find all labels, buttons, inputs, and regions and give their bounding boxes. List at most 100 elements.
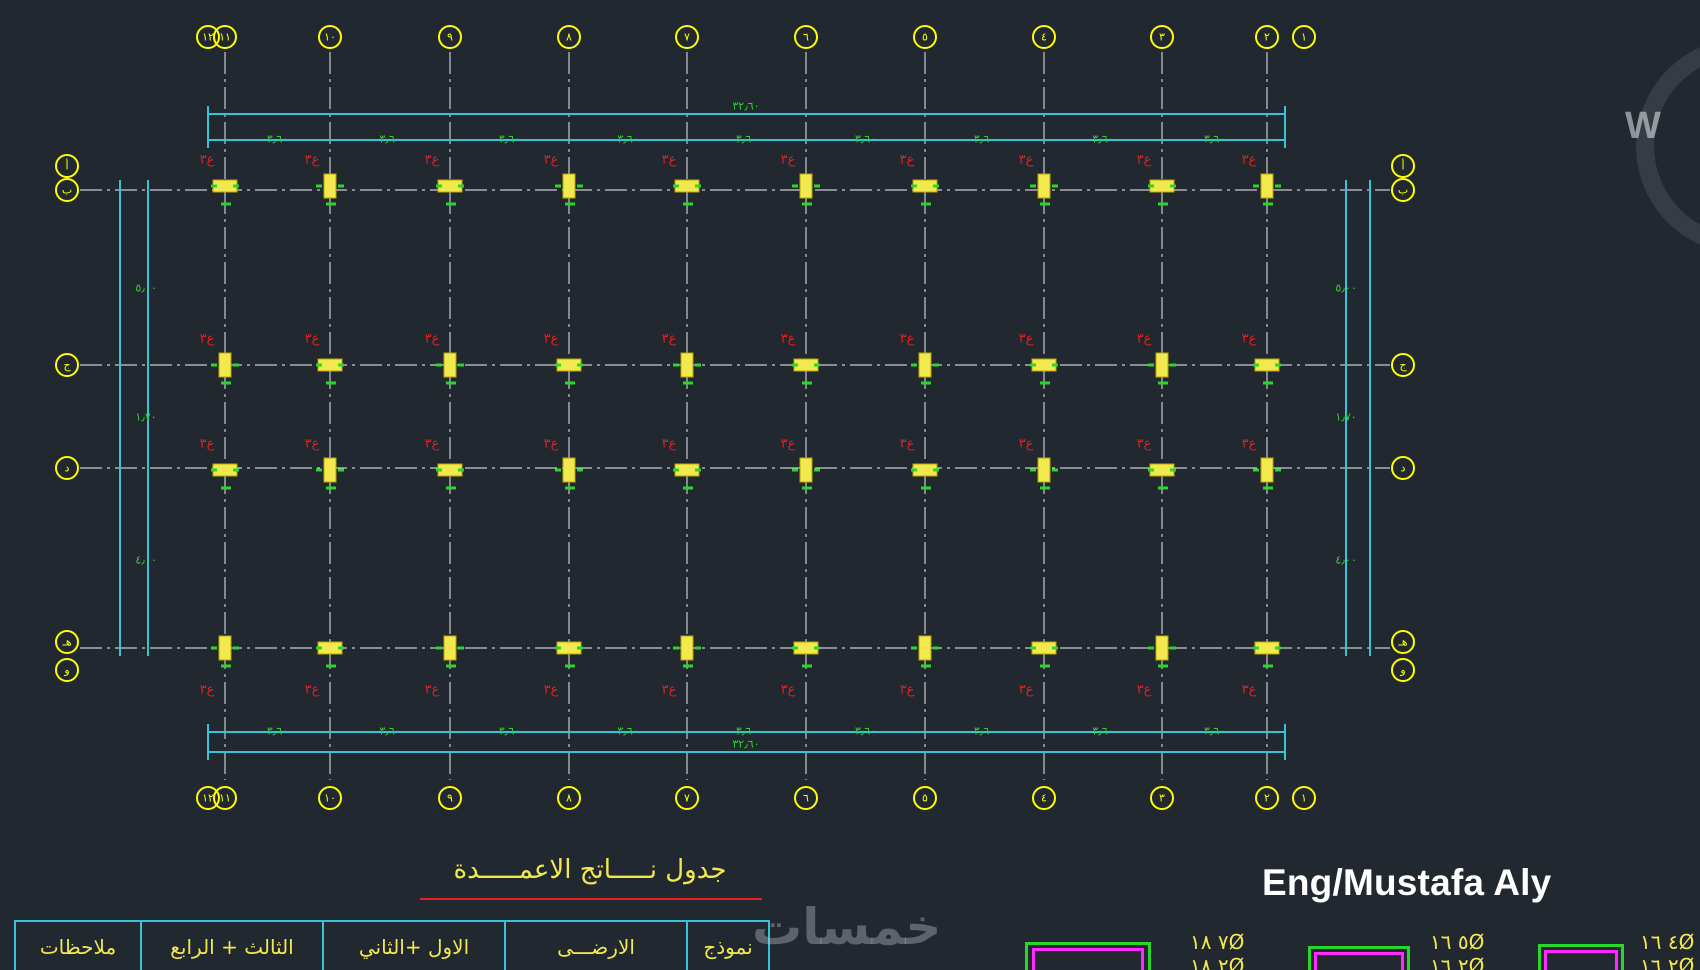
section-1-stirrup [1032, 948, 1144, 970]
dimension-vertical-left: ٤٫٠٠ [135, 554, 156, 567]
section-1-rebar-side: ٢ ١٨Ø [1190, 954, 1245, 970]
table-header-floors-3-4: الثالث + الرابع [140, 920, 324, 970]
column-tag: ع٣ [1137, 153, 1152, 168]
section-3-rebar-side: ٢ ١٦Ø [1640, 954, 1695, 970]
axis-bubble-bottom-label: ١ [1301, 792, 1307, 805]
column-tag: ع٣ [900, 153, 915, 168]
column-tag: ع٣ [1019, 332, 1034, 347]
column-tag: ع٣ [544, 683, 559, 698]
dimension-bay-top: ٣٫٦٠ [736, 133, 757, 146]
column-tag: ع٣ [544, 437, 559, 452]
column-tag: ع٣ [1242, 437, 1257, 452]
axis-bubble-bottom-label: ١٠ [324, 792, 336, 805]
column-tag: ع٣ [900, 683, 915, 698]
dimension-bay-bottom: ٣٫٦٠ [499, 725, 520, 738]
khamsat-watermark: خمسات [752, 898, 942, 956]
dimension-bay-bottom: ٣٫٦٠ [267, 725, 288, 738]
axis-bubble-top-label: ٥ [922, 31, 928, 44]
dimension-bay-top: ٣٫٦٠ [974, 133, 995, 146]
axis-bubble-top-label: ١١ [219, 31, 231, 44]
column-tag: ع٣ [200, 437, 215, 452]
column-tag: ع٣ [1019, 683, 1034, 698]
column-tag: ع٣ [305, 437, 320, 452]
column-tag: ع٣ [305, 332, 320, 347]
axis-bubble-right-label: هـ [1397, 636, 1407, 649]
dimension-bay-bottom: ٣٫٦٠ [617, 725, 638, 738]
title-underline [420, 898, 762, 900]
column-tag: ع٣ [1019, 437, 1034, 452]
dimension-bay-bottom: ٣٫٦٠ [736, 725, 757, 738]
axis-bubble-top-label: ٤ [1041, 31, 1047, 44]
watermark-logo-letter: W [1625, 105, 1661, 147]
axis-bubble-bottom-label: ٦ [803, 792, 809, 805]
column [680, 352, 694, 378]
section-2-rebar-side: ٢ ١٦Ø [1430, 954, 1485, 970]
dimension-bay-bottom: ٣٫٦٠ [974, 725, 995, 738]
column [443, 352, 457, 378]
axis-bubble-left-label: ب [62, 184, 72, 197]
axis-bubble-bottom-label: ٣ [1159, 792, 1165, 805]
axis-bubble-left-label: أ [65, 159, 68, 173]
column [1155, 352, 1169, 378]
column [218, 635, 232, 661]
column-tag: ع٣ [305, 683, 320, 698]
axis-bubble-bottom-label: ٨ [566, 792, 572, 805]
axis-bubble-top-label: ٢ [1264, 31, 1270, 44]
dimension-total-bottom: ٣٢٫٦٠ [732, 738, 759, 751]
column [1155, 635, 1169, 661]
column-tag: ع٣ [662, 437, 677, 452]
engineer-credit: Eng/Mustafa Aly [1262, 862, 1552, 903]
column-tag: ع٣ [662, 153, 677, 168]
column-layout-plan[interactable]: ٣٢٫٦٠٣٢٫٦٠٣٫٦٠٣٫٦٠٣٫٦٠٣٫٦٠٣٫٦٠٣٫٦٠٣٫٦٠٣٫… [0, 0, 1700, 970]
table-header-ground: الارضـــى [504, 920, 688, 970]
column-tag: ع٣ [200, 683, 215, 698]
column-tag: ع٣ [544, 153, 559, 168]
dimension-bay-top: ٣٫٦٠ [1204, 133, 1225, 146]
column-tag: ع٣ [781, 683, 796, 698]
table-header-notes: ملاحظات [14, 920, 142, 970]
axis-bubble-left-label: هـ [61, 636, 71, 649]
dimension-vertical-right: ١٫٧٠ [1335, 411, 1356, 424]
column [218, 352, 232, 378]
axis-bubble-left-label: و [63, 664, 69, 677]
dimension-bay-top: ٣٫٦٠ [379, 133, 400, 146]
column-tag: ع٣ [662, 683, 677, 698]
axis-bubble-top-label: ٨ [566, 31, 572, 44]
axis-bubble-bottom-label: ١٢ [202, 792, 214, 805]
column [323, 173, 337, 199]
column-tag: ع٣ [544, 332, 559, 347]
dimension-vertical-right: ٥٫٠٠ [1335, 282, 1356, 295]
column-tag: ع٣ [781, 332, 796, 347]
column-tag: ع٣ [1137, 683, 1152, 698]
dimension-bay-top: ٣٫٦٠ [499, 133, 520, 146]
dimension-bay-top: ٣٫٦٠ [1092, 133, 1113, 146]
section-2-stirrup [1314, 952, 1404, 970]
axis-bubble-right-label: و [1399, 664, 1405, 677]
axis-bubble-right-label: ب [1398, 184, 1408, 197]
table-header-floors-1-2: الاول +الثاني [322, 920, 506, 970]
dimension-vertical-left: ١٫٧٠ [135, 411, 156, 424]
section-3-stirrup [1544, 950, 1618, 970]
section-1-rebar-main: ٧ ١٨Ø [1190, 930, 1245, 954]
table-header-row: ملاحظات الثالث + الرابع الاول +الثاني ال… [14, 920, 770, 970]
column [918, 635, 932, 661]
column-schedule-table: ملاحظات الثالث + الرابع الاول +الثاني ال… [14, 920, 770, 970]
dimension-bay-bottom: ٣٫٦٠ [1092, 725, 1113, 738]
dimension-vertical-left: ٥٫٠٠ [135, 282, 156, 295]
column-tag: ع٣ [1242, 683, 1257, 698]
axis-bubble-right-label: د [1401, 462, 1406, 475]
cad-canvas[interactable]: ٣٢٫٦٠ ٣٢٫٦٠ ٣٫٦٠ ٣٫٦٠ ٣٫٦٠ ٣٫٦٠ ٣٫٦٠ ٣٫٦٠ ٣٫٦٠ ٣٫… [0, 0, 1700, 970]
column [1260, 173, 1274, 199]
axis-bubble-left-label: ج [63, 359, 71, 372]
axis-bubble-top-label: ٧ [684, 31, 690, 44]
axis-bubble-bottom-label: ١١ [219, 792, 231, 805]
axis-bubble-top-label: ٦ [803, 31, 809, 44]
section-3-rebar-main: ٤ ١٦Ø [1640, 930, 1695, 954]
column-tag: ع٣ [305, 153, 320, 168]
column [680, 635, 694, 661]
column [799, 173, 813, 199]
dimension-bay-top: ٣٫٦٠ [617, 133, 638, 146]
column-tag: ع٣ [781, 153, 796, 168]
axis-bubble-top-label: ٩ [447, 31, 453, 44]
column-tag: ع٣ [1137, 437, 1152, 452]
